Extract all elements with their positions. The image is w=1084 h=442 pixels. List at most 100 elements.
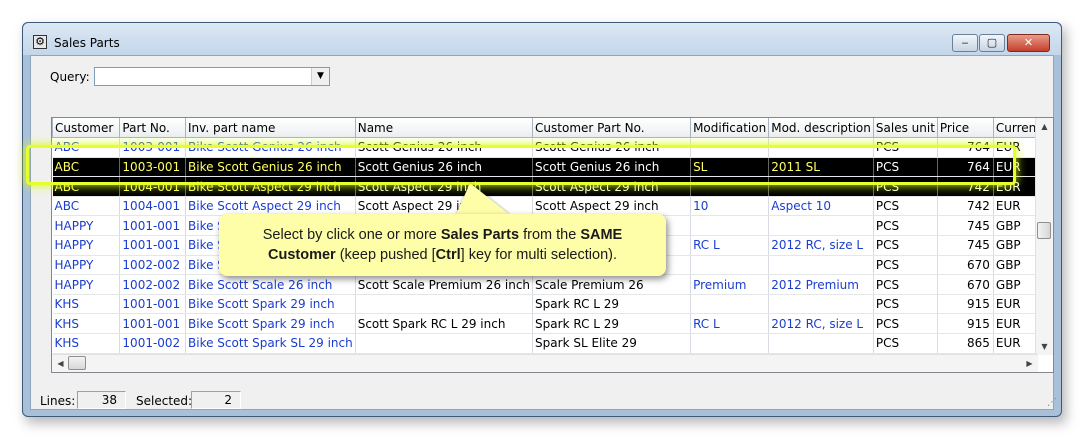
cell-inv-part-name[interactable]: Bike Scott Spark SL 29 inch bbox=[185, 333, 356, 354]
cell-price[interactable]: 670 bbox=[937, 255, 994, 276]
cell-sales-unit[interactable]: PCS bbox=[873, 157, 938, 178]
app-icon[interactable]: ⚙ bbox=[33, 35, 47, 49]
cell-sales-unit[interactable]: PCS bbox=[873, 235, 938, 256]
query-dropdown[interactable]: ▼ bbox=[94, 67, 330, 86]
cell-price[interactable]: 742 bbox=[937, 196, 994, 217]
column-header[interactable]: Sales unit bbox=[872, 118, 938, 139]
cell-inv-part-name[interactable]: Bike Scott Genius 26 inch bbox=[185, 137, 356, 158]
cell-part-no[interactable]: 1003-001 bbox=[119, 137, 187, 158]
cell-sales-unit[interactable]: PCS bbox=[873, 313, 938, 335]
scroll-up-icon[interactable]: ▲ bbox=[1036, 118, 1053, 135]
cell-sales-unit[interactable]: PCS bbox=[873, 294, 938, 315]
column-header[interactable]: Customer Part No. bbox=[532, 118, 692, 139]
cell-part-no[interactable]: 1002-002 bbox=[119, 274, 187, 295]
cell-price[interactable]: 745 bbox=[937, 235, 994, 256]
cell-modification[interactable] bbox=[690, 215, 770, 237]
cell-price[interactable]: 915 bbox=[937, 313, 994, 335]
table-row[interactable]: ABC 1004-001 Bike Scott Aspect 29 inch Scot… bbox=[52, 176, 1053, 197]
scroll-right-icon[interactable]: ▶ bbox=[1021, 355, 1038, 372]
cell-sales-unit[interactable]: PCS bbox=[873, 255, 938, 276]
cell-customer[interactable]: HAPPY bbox=[52, 255, 121, 276]
cell-customer[interactable]: HAPPY bbox=[52, 215, 121, 237]
cell-part-no[interactable]: 1001-001 bbox=[119, 294, 187, 315]
column-header[interactable]: Customer bbox=[52, 118, 121, 139]
column-header[interactable]: Inv. part name bbox=[185, 118, 356, 139]
cell-name[interactable] bbox=[355, 333, 534, 354]
cell-customer-part-no[interactable]: Scott Aspect 29 inch bbox=[532, 176, 692, 197]
cell-sales-unit[interactable]: PCS bbox=[873, 215, 938, 237]
table-row[interactable]: KHS 1001-002 Bike Scott Spark SL 29 inch Sp… bbox=[52, 333, 1053, 354]
column-header[interactable]: Name bbox=[354, 118, 534, 139]
cell-name[interactable]: Scott Genius 26 inch bbox=[355, 137, 534, 158]
cell-modification[interactable]: Premium bbox=[690, 274, 770, 295]
cell-customer-part-no[interactable]: Scale Premium 26 bbox=[532, 274, 692, 295]
cell-mod-description[interactable]: Aspect 10 bbox=[768, 196, 874, 217]
cell-price[interactable]: 670 bbox=[937, 274, 994, 295]
cell-mod-description[interactable]: 2012 RC, size L bbox=[768, 235, 874, 256]
cell-customer-part-no[interactable]: Spark RC L 29 bbox=[532, 294, 692, 315]
cell-customer[interactable]: ABC bbox=[52, 196, 121, 217]
cell-price[interactable]: 764 bbox=[937, 137, 994, 158]
cell-customer-part-no[interactable]: Scott Genius 26 inch bbox=[532, 157, 692, 178]
cell-customer[interactable]: KHS bbox=[52, 294, 121, 315]
cell-mod-description[interactable] bbox=[768, 333, 874, 354]
cell-name[interactable]: Scott Spark RC L 29 inch bbox=[355, 313, 534, 335]
cell-modification[interactable] bbox=[690, 294, 770, 315]
title-bar[interactable]: ⚙ Sales Parts ‒ ▢ ✕ bbox=[23, 23, 1061, 55]
table-row[interactable]: HAPPY 1002-002 Bike Scott Scale 26 inch Sco… bbox=[52, 274, 1053, 295]
cell-modification[interactable]: RC L bbox=[690, 313, 770, 335]
cell-part-no[interactable]: 1004-001 bbox=[119, 196, 187, 217]
cell-mod-description[interactable] bbox=[768, 255, 874, 276]
cell-mod-description[interactable] bbox=[768, 176, 874, 197]
column-header[interactable]: Modification bbox=[690, 118, 770, 139]
column-header[interactable]: Mod. description bbox=[768, 118, 874, 139]
cell-inv-part-name[interactable]: Bike Scott Spark 29 inch bbox=[185, 313, 356, 335]
scroll-left-icon[interactable]: ◀ bbox=[52, 355, 69, 372]
cell-price[interactable]: 764 bbox=[937, 157, 994, 178]
cell-sales-unit[interactable]: PCS bbox=[873, 274, 938, 295]
cell-customer-part-no[interactable]: Spark RC L 29 bbox=[532, 313, 692, 335]
cell-modification[interactable]: RC L bbox=[690, 235, 770, 256]
cell-mod-description[interactable]: 2012 RC, size L bbox=[768, 313, 874, 335]
cell-customer[interactable]: ABC bbox=[52, 157, 121, 178]
cell-customer[interactable]: ABC bbox=[52, 137, 121, 158]
cell-part-no[interactable]: 1003-001 bbox=[119, 157, 187, 178]
cell-inv-part-name[interactable]: Bike Scott Aspect 29 inch bbox=[185, 176, 356, 197]
cell-price[interactable]: 745 bbox=[937, 215, 994, 237]
cell-modification[interactable] bbox=[690, 137, 770, 158]
cell-mod-description[interactable] bbox=[768, 294, 874, 315]
cell-sales-unit[interactable]: PCS bbox=[873, 333, 938, 354]
cell-price[interactable]: 742 bbox=[937, 176, 994, 197]
chevron-down-icon[interactable]: ▼ bbox=[311, 68, 329, 85]
horizontal-scrollbar[interactable]: ◀ ▶ bbox=[52, 354, 1038, 372]
cell-inv-part-name[interactable]: Bike Scott Genius 26 inch bbox=[185, 157, 356, 178]
resize-grip-icon[interactable]: ⋰ bbox=[1047, 397, 1057, 408]
cell-part-no[interactable]: 1001-002 bbox=[119, 333, 187, 354]
cell-sales-unit[interactable]: PCS bbox=[873, 176, 938, 197]
cell-inv-part-name[interactable]: Bike Scott Scale 26 inch bbox=[185, 274, 356, 295]
cell-part-no[interactable]: 1002-002 bbox=[119, 255, 187, 276]
table-row[interactable]: ABC 1003-001 Bike Scott Genius 26 inch Scot… bbox=[52, 157, 1053, 178]
cell-customer[interactable]: KHS bbox=[52, 313, 121, 335]
cell-mod-description[interactable] bbox=[768, 215, 874, 237]
cell-price[interactable]: 865 bbox=[937, 333, 994, 354]
cell-modification[interactable] bbox=[690, 333, 770, 354]
cell-modification[interactable]: 10 bbox=[690, 196, 770, 217]
cell-sales-unit[interactable]: PCS bbox=[873, 137, 938, 158]
cell-customer[interactable]: HAPPY bbox=[52, 235, 121, 256]
cell-name[interactable]: Scott Genius 26 inch bbox=[355, 157, 534, 178]
cell-part-no[interactable]: 1001-001 bbox=[119, 215, 187, 237]
column-header[interactable]: Part No. bbox=[119, 118, 187, 139]
cell-customer[interactable]: KHS bbox=[52, 333, 121, 354]
cell-mod-description[interactable]: 2011 SL bbox=[768, 157, 874, 178]
cell-name[interactable] bbox=[355, 294, 534, 315]
cell-modification[interactable]: SL bbox=[690, 157, 770, 178]
cell-part-no[interactable]: 1004-001 bbox=[119, 176, 187, 197]
cell-customer[interactable]: ABC bbox=[52, 176, 121, 197]
cell-part-no[interactable]: 1001-001 bbox=[119, 235, 187, 256]
close-button[interactable]: ✕ bbox=[1007, 34, 1050, 52]
scroll-down-icon[interactable]: ▼ bbox=[1036, 338, 1053, 355]
cell-modification[interactable] bbox=[690, 255, 770, 276]
minimize-button[interactable]: ‒ bbox=[952, 34, 978, 52]
vertical-scroll-thumb[interactable] bbox=[1037, 222, 1051, 239]
